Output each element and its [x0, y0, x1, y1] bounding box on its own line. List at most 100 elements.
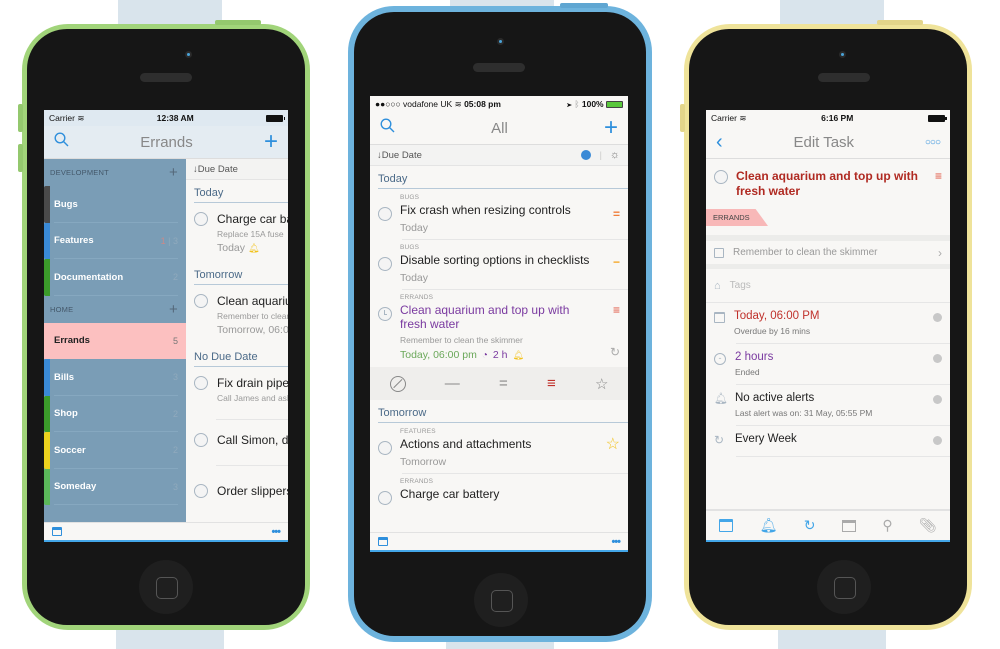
complete-checkbox[interactable] — [194, 212, 208, 226]
location-icon[interactable]: ⚲ — [882, 517, 892, 534]
repeat-value: Every Week — [735, 433, 797, 445]
sidebar-item-errands[interactable]: Errands 5 — [44, 322, 186, 359]
duration-icon: - — [714, 353, 726, 365]
task-category: BUGS — [400, 194, 420, 201]
phone-green: Carrier ≋ 12:38 AM Errands + DEVELOPMENT… — [18, 20, 310, 630]
home-button[interactable] — [139, 560, 193, 614]
priority-high-icon: ≡ — [612, 303, 620, 317]
clear-icon[interactable] — [933, 313, 942, 322]
search-icon[interactable] — [380, 118, 395, 138]
task-row[interactable]: BUGS Fix crash when resizing controls Toda… — [370, 189, 628, 234]
home-button[interactable] — [474, 573, 528, 627]
plus-icon[interactable]: + — [604, 116, 618, 140]
sidebar-item-features[interactable]: Features 1 | 3 — [44, 222, 186, 259]
wifi-icon: ≋ — [739, 112, 747, 123]
back-chevron-icon[interactable]: ‹ — [716, 131, 723, 154]
task-list: ↓Due Date Today Charge car battery Replac… — [186, 159, 288, 522]
color-stripe — [44, 222, 50, 259]
priority-low-button[interactable]: — — [445, 375, 460, 392]
complete-checkbox[interactable] — [378, 491, 392, 505]
priority-high-button[interactable]: ≡ — [547, 375, 556, 392]
clear-icon[interactable] — [933, 354, 942, 363]
sidebar-item-bills[interactable]: Bills 3 — [44, 359, 186, 396]
sidebar-item-soccer[interactable]: Soccer 2 — [44, 432, 186, 469]
task-title: Fix drain pipe — [217, 376, 288, 390]
battery-percent: 100% — [581, 99, 604, 109]
sort-bar[interactable]: ↓Due Date | ☼ — [370, 145, 628, 166]
complete-checkbox[interactable] — [194, 376, 208, 390]
task-row-expanded[interactable]: ERRANDS Clean aquarium and top up with fr… — [370, 290, 628, 361]
task-row[interactable]: Fix drain pipe Call James and ask — [186, 367, 288, 403]
field-row-repeat[interactable]: ↻ Every Week — [706, 426, 950, 447]
field-row-duration[interactable]: - 2 hours Ended — [706, 344, 950, 377]
task-row[interactable]: Call Simon, dinner — [186, 420, 288, 447]
more-icon[interactable]: ••• — [611, 536, 621, 548]
sidebar-item-label: Someday — [54, 481, 97, 493]
color-stripe — [44, 259, 50, 296]
task-row[interactable]: Clean aquarium Remember to clean Tomorrow,… — [186, 285, 288, 336]
sidebar-item-bugs[interactable]: Bugs — [44, 186, 186, 223]
complete-checkbox[interactable] — [194, 433, 208, 447]
sidebar-item-someday[interactable]: Someday 3 — [44, 468, 186, 505]
calendar-icon[interactable] — [378, 537, 388, 546]
search-icon[interactable] — [54, 132, 69, 152]
tags-input[interactable]: Tags — [730, 280, 751, 291]
bell-icon[interactable]: 🔔︎ — [760, 517, 778, 534]
task-row[interactable]: FEATURES Actions and attachments Tomorrow … — [370, 423, 628, 468]
clapper-icon[interactable] — [841, 519, 856, 532]
color-stripe — [44, 468, 50, 505]
complete-checkbox[interactable] — [714, 170, 728, 184]
item-count: 3 — [172, 372, 178, 383]
section-header: Tomorrow — [194, 262, 288, 285]
priority-medium-button[interactable]: = — [499, 375, 508, 392]
task-date: Tomorrow — [400, 456, 447, 468]
bottom-toolbar: ••• — [44, 522, 288, 542]
plus-icon[interactable]: + — [264, 130, 278, 154]
add-list-button[interactable]: + — [169, 301, 178, 318]
phone-yellow: Carrier ≋ 6:16 PM ‹ Edit Task ○○○ Clean … — [680, 20, 972, 630]
calendar-icon[interactable] — [52, 527, 62, 536]
sort-label: ↓Due Date — [377, 149, 422, 161]
home-button[interactable] — [817, 560, 871, 614]
task-note: Remember to clean the skimmer — [400, 335, 523, 345]
more-icon[interactable]: ••• — [271, 526, 281, 538]
clear-icon[interactable] — [933, 395, 942, 404]
task-row[interactable]: ERRANDS Charge car battery — [370, 474, 628, 505]
sidebar-item-shop[interactable]: Shop 2 — [44, 395, 186, 432]
priority-high-icon[interactable]: ≡ — [935, 169, 942, 199]
alert-bell-icon: 🔔︎ — [247, 243, 260, 253]
clock-filter-icon[interactable] — [581, 150, 592, 160]
complete-checkbox[interactable] — [378, 207, 392, 221]
note-row[interactable]: Remember to clean the skimmer › — [706, 241, 950, 269]
clear-icon[interactable] — [933, 436, 942, 445]
task-title-row[interactable]: Clean aquarium and top up with fresh wat… — [706, 159, 950, 199]
paperclip-icon[interactable]: 📎︎ — [919, 517, 937, 534]
complete-checkbox[interactable] — [378, 257, 392, 271]
priority-none-icon[interactable] — [389, 375, 406, 392]
complete-checkbox[interactable] — [194, 484, 208, 498]
clock-status-icon[interactable] — [378, 307, 392, 321]
volume-button — [680, 104, 685, 132]
task-row[interactable]: Order slippers — [186, 466, 288, 498]
task-row[interactable]: Charge car batteryReplace 15A fuseToday … — [186, 203, 288, 254]
front-camera — [185, 51, 192, 58]
sun-icon[interactable]: ☼ — [610, 149, 620, 161]
field-row-alerts[interactable]: 🔔︎ No active alerts Last alert was on: 31… — [706, 385, 950, 418]
repeat-icon[interactable]: ↻ — [804, 517, 816, 534]
field-row-due-date[interactable]: Today, 06:00 PM Overdue by 16 mins — [706, 302, 950, 336]
sort-label: ↓Due Date — [193, 163, 238, 175]
sidebar-item-documentation[interactable]: Documentation 2 — [44, 259, 186, 296]
star-icon[interactable]: ☆ — [606, 434, 620, 468]
add-list-button[interactable]: + — [169, 164, 178, 181]
more-icon[interactable]: ○○○ — [925, 137, 941, 148]
tags-row[interactable]: ⌂ Tags — [706, 269, 950, 302]
sort-bar[interactable]: ↓Due Date — [186, 159, 288, 180]
calendar-icon[interactable] — [719, 519, 734, 532]
star-button[interactable]: ☆ — [595, 375, 608, 393]
complete-checkbox[interactable] — [194, 294, 208, 308]
color-stripe — [44, 359, 50, 396]
task-title: Charge car battery — [217, 212, 288, 226]
complete-checkbox[interactable] — [378, 441, 392, 455]
list-tag[interactable]: ERRANDS — [706, 209, 768, 226]
task-row[interactable]: BUGS Disable sorting options in checklist… — [370, 240, 628, 284]
